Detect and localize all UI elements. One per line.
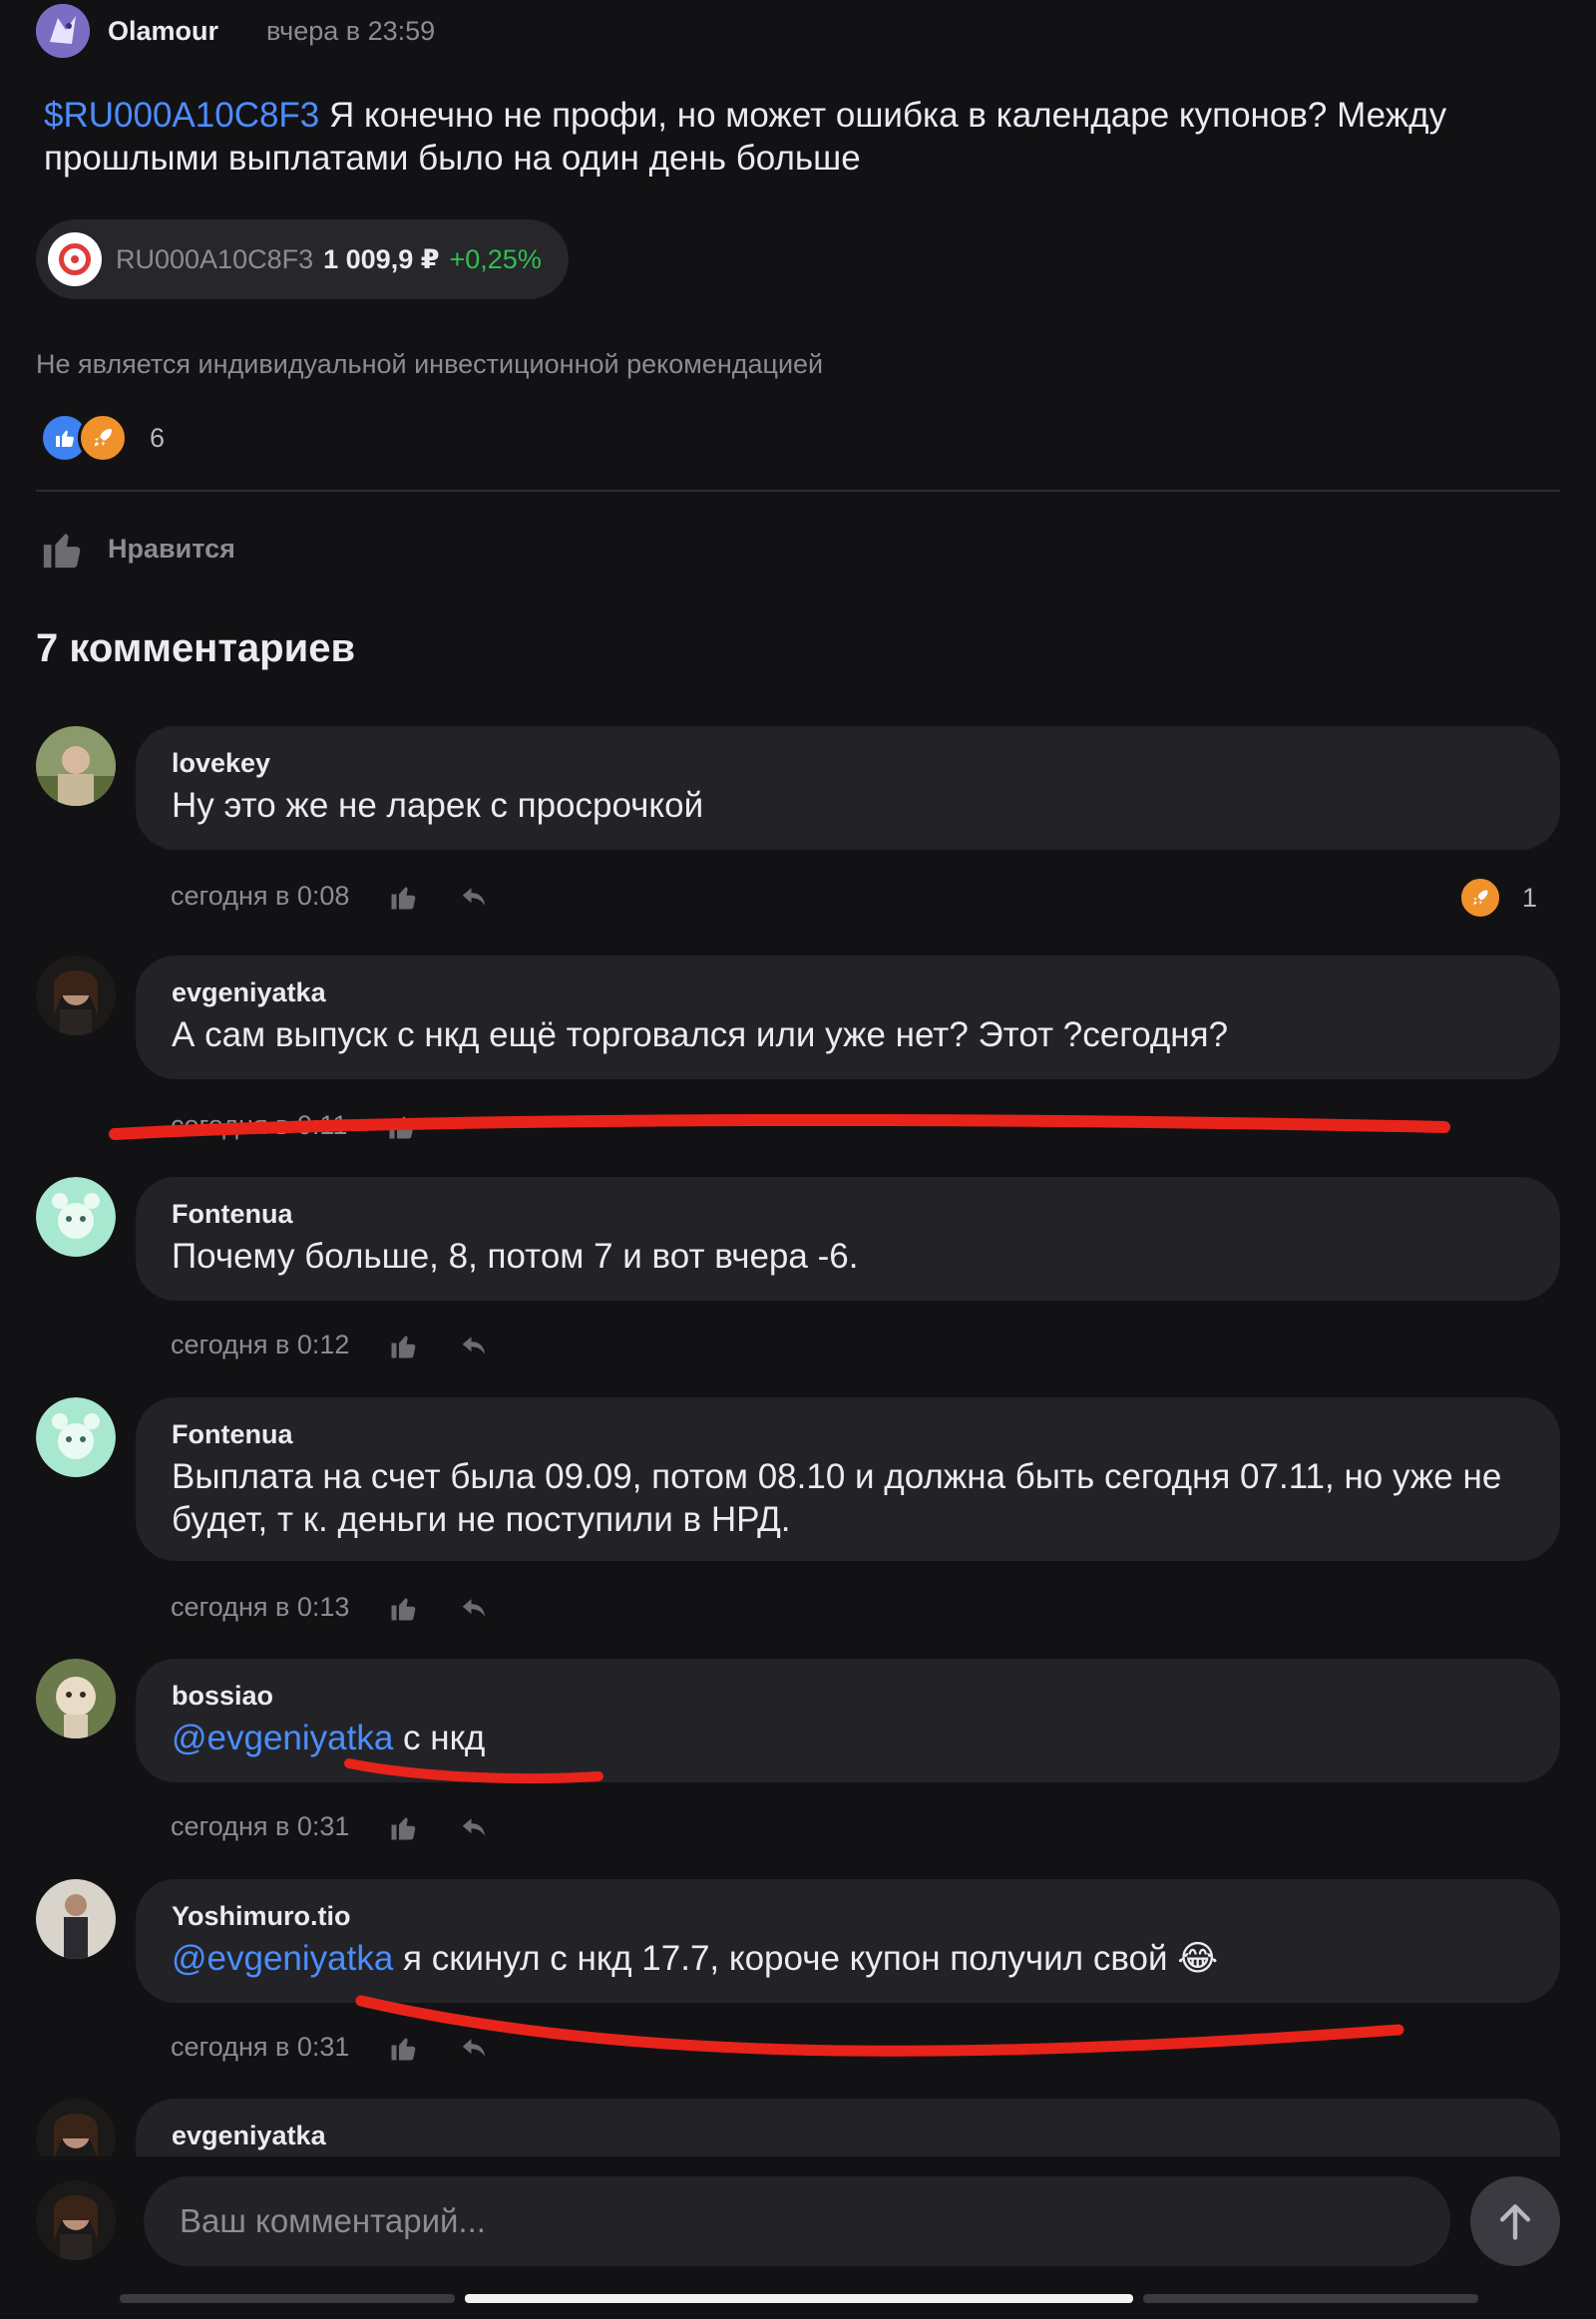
like-comment-icon[interactable] — [389, 1331, 419, 1360]
comment-time: сегодня в 0:08 — [171, 881, 350, 911]
ticker-mention-link[interactable]: $RU000A10C8F3 — [44, 96, 319, 135]
comment-body: с нкд — [393, 1719, 486, 1757]
comment-meta: сегодня в 0:31 — [171, 1811, 489, 1842]
comment-meta: сегодня в 0:13 — [171, 1592, 489, 1623]
comment-bubble: evgeniyatka А сам выпуск с нкд ещё торго… — [136, 956, 1560, 1079]
disclaimer: Не является индивидуальной инвестиционно… — [36, 349, 824, 379]
comment-bubble: bossiao @evgeniyatka с нкд — [136, 1659, 1560, 1782]
reply-icon[interactable] — [459, 1331, 489, 1360]
comment-time: сегодня в 0:13 — [171, 1592, 350, 1622]
mention-link[interactable]: @evgeniyatka — [172, 1719, 393, 1757]
comment-avatar[interactable] — [36, 1177, 116, 1257]
reply-icon[interactable] — [459, 1593, 489, 1623]
like-comment-icon[interactable] — [389, 1812, 419, 1842]
rocket-reaction-icon — [78, 413, 128, 463]
comment-time: сегодня в 0:31 — [171, 2032, 350, 2062]
comment-text: @evgeniyatka я скинул с нкд 17.7, короче… — [172, 1937, 1528, 1980]
post-reactions[interactable]: 6 — [40, 413, 165, 463]
reply-icon[interactable] — [459, 882, 489, 912]
scroll-indicator-active — [465, 2294, 1133, 2303]
instrument-logo-icon — [48, 232, 102, 286]
comment-bubble: Fontenua Почему больше, 8, потом 7 и вот… — [136, 1177, 1560, 1301]
mention-link[interactable]: @evgeniyatka — [172, 1939, 393, 1978]
post-author[interactable]: Olamour — [108, 16, 218, 47]
comment-reaction-count: 1 — [1522, 882, 1538, 913]
comment-meta: сегодня в 0:31 — [171, 2032, 489, 2063]
reply-icon[interactable] — [459, 2033, 489, 2063]
comment-author[interactable]: Yoshimuro.tio — [172, 1901, 351, 1932]
like-comment-icon[interactable] — [389, 882, 419, 912]
like-comment-icon[interactable] — [387, 1111, 417, 1141]
comment-meta: сегодня в 0:12 — [171, 1330, 489, 1360]
author-avatar[interactable] — [36, 4, 90, 58]
like-label: Нравится — [108, 533, 235, 564]
comment-meta: сегодня в 0:08 — [171, 881, 489, 912]
comment-avatar[interactable] — [36, 1659, 116, 1739]
comment-bubble: Fontenua Выплата на счет была 09.09, пот… — [136, 1397, 1560, 1561]
send-button[interactable] — [1470, 2176, 1560, 2266]
comment-text: @evgeniyatka с нкд — [172, 1717, 1528, 1759]
instrument-ticker: RU000A10C8F3 — [116, 243, 314, 274]
comment-author[interactable]: lovekey — [172, 748, 270, 779]
comment-bubble: Yoshimuro.tio @evgeniyatka я скинул с нк… — [136, 1879, 1560, 2003]
comment-text: Ну это же не ларек с просрочкой — [172, 786, 704, 825]
reaction-count: 6 — [150, 422, 166, 453]
post-header: Olamour вчера в 23:59 — [36, 0, 435, 62]
comment-text: Выплата на счет была 09.09, потом 08.10 … — [172, 1457, 1502, 1539]
like-comment-icon[interactable] — [389, 1593, 419, 1623]
comment-body: я скинул с нкд 17.7, короче купон получи… — [393, 1939, 1219, 1978]
comment-time: сегодня в 0:31 — [171, 1811, 350, 1841]
instrument-price: 1 009,9 ₽ — [323, 243, 440, 274]
comment-author[interactable]: bossiao — [172, 1681, 273, 1712]
post-time: вчера в 23:59 — [266, 15, 436, 46]
comment-author[interactable]: Fontenua — [172, 1419, 293, 1450]
arrow-up-icon — [1499, 2204, 1531, 2240]
scroll-indicator-segment — [120, 2294, 455, 2303]
comment-author[interactable]: evgeniyatka — [172, 2121, 326, 2151]
comment-avatar[interactable] — [36, 726, 116, 806]
like-comment-icon[interactable] — [389, 2033, 419, 2063]
comment-bubble: lovekey Ну это же не ларек с просрочкой — [136, 726, 1560, 850]
comment-author[interactable]: Fontenua — [172, 1199, 293, 1230]
scroll-indicator-segment — [1143, 2294, 1478, 2303]
comments-header: 7 комментариев — [36, 626, 356, 670]
comment-avatar[interactable] — [36, 1879, 116, 1959]
comment-avatar[interactable] — [36, 956, 116, 1035]
comment-author[interactable]: evgeniyatka — [172, 977, 326, 1008]
instrument-change: +0,25% — [449, 243, 542, 274]
post-text: $RU000A10C8F3 Я конечно не профи, но мож… — [44, 94, 1540, 180]
thumbs-up-icon — [43, 534, 81, 569]
comment-time: сегодня в 0:12 — [171, 1330, 350, 1359]
instrument-chip[interactable]: RU000A10C8F3 1 009,9 ₽ +0,25% — [36, 219, 569, 299]
comment-avatar[interactable] — [36, 1397, 116, 1477]
like-button[interactable]: Нравится — [40, 519, 235, 579]
comment-input[interactable]: Ваш комментарий... — [144, 2176, 1450, 2266]
comment-reactions[interactable]: 1 — [1458, 876, 1537, 920]
reply-icon[interactable] — [459, 1812, 489, 1842]
comment-text: А сам выпуск с нкд ещё торговался или уж… — [172, 1015, 1229, 1054]
current-user-avatar — [36, 2180, 116, 2260]
comment-text: Почему больше, 8, потом 7 и вот вчера -6… — [172, 1237, 859, 1276]
comment-time: сегодня в 0:11 — [171, 1110, 348, 1140]
divider — [36, 490, 1560, 492]
rocket-reaction-icon — [1458, 876, 1502, 920]
comment-meta: сегодня в 0:11 — [171, 1110, 417, 1141]
